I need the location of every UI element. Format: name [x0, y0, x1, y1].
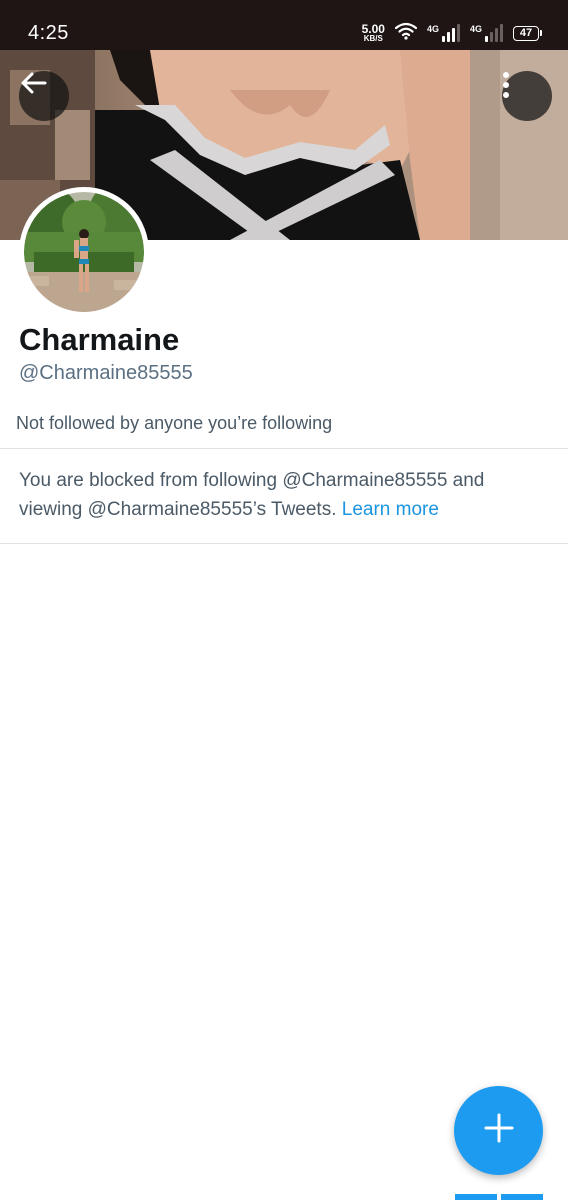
battery-icon: 47 — [513, 25, 542, 41]
status-time: 4:25 — [28, 22, 69, 44]
network-speed-unit: KB/S — [363, 34, 383, 43]
more-options-button[interactable] — [502, 71, 552, 121]
bottom-edge-element — [455, 1194, 497, 1200]
divider — [0, 543, 568, 544]
sim1-network-label: 4G — [426, 24, 439, 34]
back-button[interactable] — [19, 71, 69, 121]
sim2-network-label: 4G — [469, 24, 482, 34]
wifi-icon — [394, 22, 418, 45]
profile-avatar[interactable] — [19, 187, 149, 317]
display-name: Charmaine — [19, 322, 180, 357]
avatar-photo — [24, 192, 144, 312]
followers-you-know-note: Not followed by anyone you’re following — [16, 413, 333, 433]
divider — [0, 448, 568, 449]
profile-screen: 4:25 5.00 KB/S 4G 4G 47 Charmaine @Charm… — [0, 0, 568, 1200]
blocked-notice: You are blocked from following @Charmain… — [19, 466, 549, 524]
plus-icon — [484, 1113, 514, 1148]
status-icons: 5.00 KB/S 4G 4G 47 — [362, 20, 542, 46]
signal-icon: 4G — [470, 24, 503, 42]
battery-level: 47 — [513, 25, 539, 41]
bottom-edge-element — [501, 1194, 543, 1200]
network-speed: 5.00 KB/S — [362, 23, 385, 43]
profile-handle: @Charmaine85555 — [19, 362, 193, 384]
learn-more-link[interactable]: Learn more — [342, 499, 439, 520]
compose-tweet-button[interactable] — [454, 1086, 543, 1175]
signal-icon: 4G — [427, 24, 460, 42]
status-bar: 4:25 5.00 KB/S 4G 4G 47 — [0, 0, 568, 50]
